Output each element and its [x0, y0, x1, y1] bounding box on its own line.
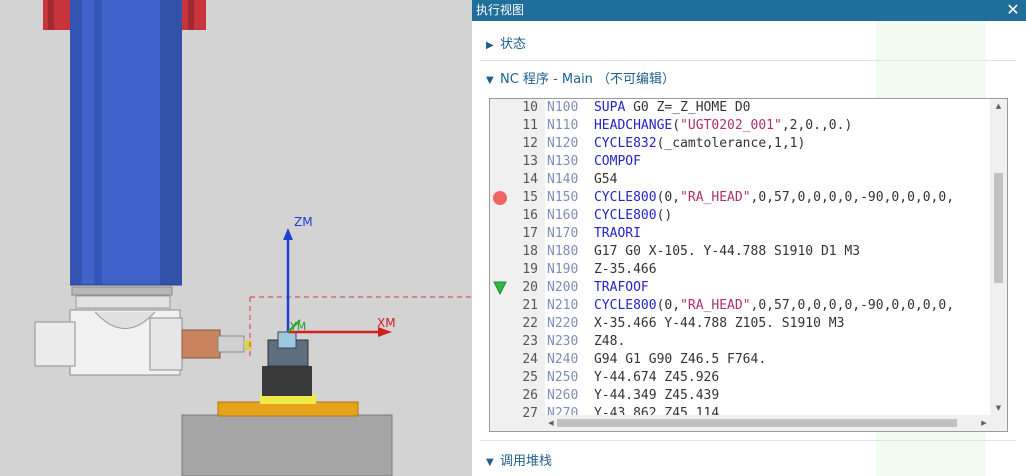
code-line[interactable]: 13 N130 COMPOF	[490, 153, 990, 171]
code-line[interactable]: 17 N170 TRAORI	[490, 225, 990, 243]
close-icon[interactable]: ✕	[1004, 1, 1022, 19]
machine-table	[181, 414, 393, 476]
horizontal-scrollbar[interactable]: ◀ ▶	[545, 415, 990, 431]
section-status[interactable]: ▶ 状态	[486, 34, 526, 56]
code-text: N180 G17 G0 X-105. Y-44.788 S1910 D1 M3	[547, 244, 861, 259]
scroll-up-icon[interactable]: ▲	[990, 99, 1007, 113]
horizontal-scroll-thumb[interactable]	[557, 419, 957, 427]
section-call-stack-label: 调用堆栈	[500, 454, 553, 469]
section-status-label: 状态	[500, 37, 527, 52]
line-number: 21	[522, 298, 538, 313]
code-line[interactable]: 14 N140 G54	[490, 171, 990, 189]
line-number: 20	[522, 280, 538, 295]
code-text: N130 COMPOF	[547, 154, 641, 169]
line-number: 26	[522, 388, 538, 403]
viewport-3d[interactable]: ZM XM YM	[0, 0, 472, 476]
tool-holder	[181, 329, 221, 359]
line-number: 13	[522, 154, 538, 169]
code-line[interactable]: 11 N110 HEADCHANGE("UGT0202_001",2,0.,0.)	[490, 117, 990, 135]
line-number: 18	[522, 244, 538, 259]
scrollbar-corner	[990, 415, 1007, 431]
line-number: 15	[522, 190, 538, 205]
line-number: 25	[522, 370, 538, 385]
code-text: N260 Y-44.349 Z45.439	[547, 388, 720, 403]
code-line[interactable]: 25 N250 Y-44.674 Z45.926	[490, 369, 990, 387]
code-text: N230 Z48.	[547, 334, 626, 349]
breakpoint-icon[interactable]	[493, 191, 507, 205]
vertical-scrollbar[interactable]: ▲ ▼	[990, 99, 1007, 415]
code-text: N250 Y-44.674 Z45.926	[547, 370, 720, 385]
line-number: 19	[522, 262, 538, 277]
code-line[interactable]: 26 N260 Y-44.349 Z45.439	[490, 387, 990, 405]
code-text: N120 CYCLE832(_camtolerance,1,1)	[547, 136, 806, 151]
line-number: 14	[522, 172, 538, 187]
code-line[interactable]: 12 N120 CYCLE832(_camtolerance,1,1)	[490, 135, 990, 153]
code-line[interactable]: 21 N210 CYCLE800(0,"RA_HEAD",0,57,0,0,0,0…	[490, 297, 990, 315]
code-text: N190 Z-35.466	[547, 262, 657, 277]
code-text: N160 CYCLE800()	[547, 208, 673, 223]
scroll-right-icon[interactable]: ▶	[978, 415, 990, 431]
ym-label: YM	[289, 320, 306, 333]
code-line[interactable]: 16 N160 CYCLE800()	[490, 207, 990, 225]
code-line[interactable]: 19 N190 Z-35.466	[490, 261, 990, 279]
caret-down-icon: ▼	[486, 457, 494, 468]
section-nc-program[interactable]: ▼ NC 程序 - Main （不可编辑）	[486, 69, 675, 91]
code-line[interactable]: 24 N240 G94 G1 G90 Z46.5 F764.	[490, 351, 990, 369]
machine-scene: ZM XM YM	[34, 0, 472, 476]
code-line[interactable]: 23 N230 Z48.	[490, 333, 990, 351]
line-number: 27	[522, 406, 538, 421]
execution-view-panel: 执行视图 ✕ ▶ 状态 ▼ NC 程序 - Main （不可编辑） 10 N100 S…	[472, 0, 1026, 476]
section-nc-program-label: NC 程序 - Main （不可编辑）	[500, 72, 676, 87]
line-number: 22	[522, 316, 538, 331]
current-line-arrow-icon	[493, 281, 507, 296]
code-lines: 10 N100 SUPA G0 Z=_Z_HOME D0 11 N110 HEADCH…	[490, 99, 990, 421]
code-line[interactable]: 18 N180 G17 G0 X-105. Y-44.788 S1910 D1 M…	[490, 243, 990, 261]
line-number: 24	[522, 352, 538, 367]
section-call-stack[interactable]: ▼ 调用堆栈	[486, 451, 552, 473]
code-text: N210 CYCLE800(0,"RA_HEAD",0,57,0,0,0,0,-…	[547, 298, 955, 313]
code-line[interactable]: 20 N200 TRAFOOF	[490, 279, 990, 297]
code-text: N220 X-35.466 Y-44.788 Z105. S1910 M3	[547, 316, 845, 331]
panel-title-bar: 执行视图 ✕	[472, 0, 1026, 21]
caret-right-icon: ▶	[486, 40, 494, 51]
scroll-left-icon[interactable]: ◀	[545, 415, 557, 431]
line-number: 11	[522, 118, 538, 133]
code-text: N170 TRAORI	[547, 226, 641, 241]
code-text: N100 SUPA G0 Z=_Z_HOME D0	[547, 100, 751, 115]
panel-title: 执行视图	[476, 3, 525, 17]
code-line[interactable]: 22 N220 X-35.466 Y-44.788 Z105. S1910 M3	[490, 315, 990, 333]
section-divider	[480, 440, 1016, 441]
line-number: 16	[522, 208, 538, 223]
xm-label: XM	[377, 316, 396, 330]
line-number: 10	[522, 100, 538, 115]
code-text: N110 HEADCHANGE("UGT0202_001",2,0.,0.)	[547, 118, 853, 133]
scroll-down-icon[interactable]: ▼	[990, 401, 1007, 415]
code-text: N200 TRAFOOF	[547, 280, 649, 295]
section-divider	[480, 60, 1016, 61]
vertical-scroll-thumb[interactable]	[994, 173, 1003, 283]
line-number: 17	[522, 226, 538, 241]
line-number: 23	[522, 334, 538, 349]
code-line[interactable]: 15 N150 CYCLE800(0,"RA_HEAD",0,57,0,0,0,0…	[490, 189, 990, 207]
caret-down-icon: ▼	[486, 75, 494, 86]
code-text: N150 CYCLE800(0,"RA_HEAD",0,57,0,0,0,0,-…	[547, 190, 955, 205]
zm-label: ZM	[294, 215, 313, 229]
nc-code-editor[interactable]: 10 N100 SUPA G0 Z=_Z_HOME D0 11 N110 HEADCH…	[489, 98, 1008, 432]
line-number: 12	[522, 136, 538, 151]
code-line[interactable]: 10 N100 SUPA G0 Z=_Z_HOME D0	[490, 99, 990, 117]
red-bracket-left	[43, 0, 73, 30]
code-text: N240 G94 G1 G90 Z46.5 F764.	[547, 352, 767, 367]
code-text: N140 G54	[547, 172, 618, 187]
